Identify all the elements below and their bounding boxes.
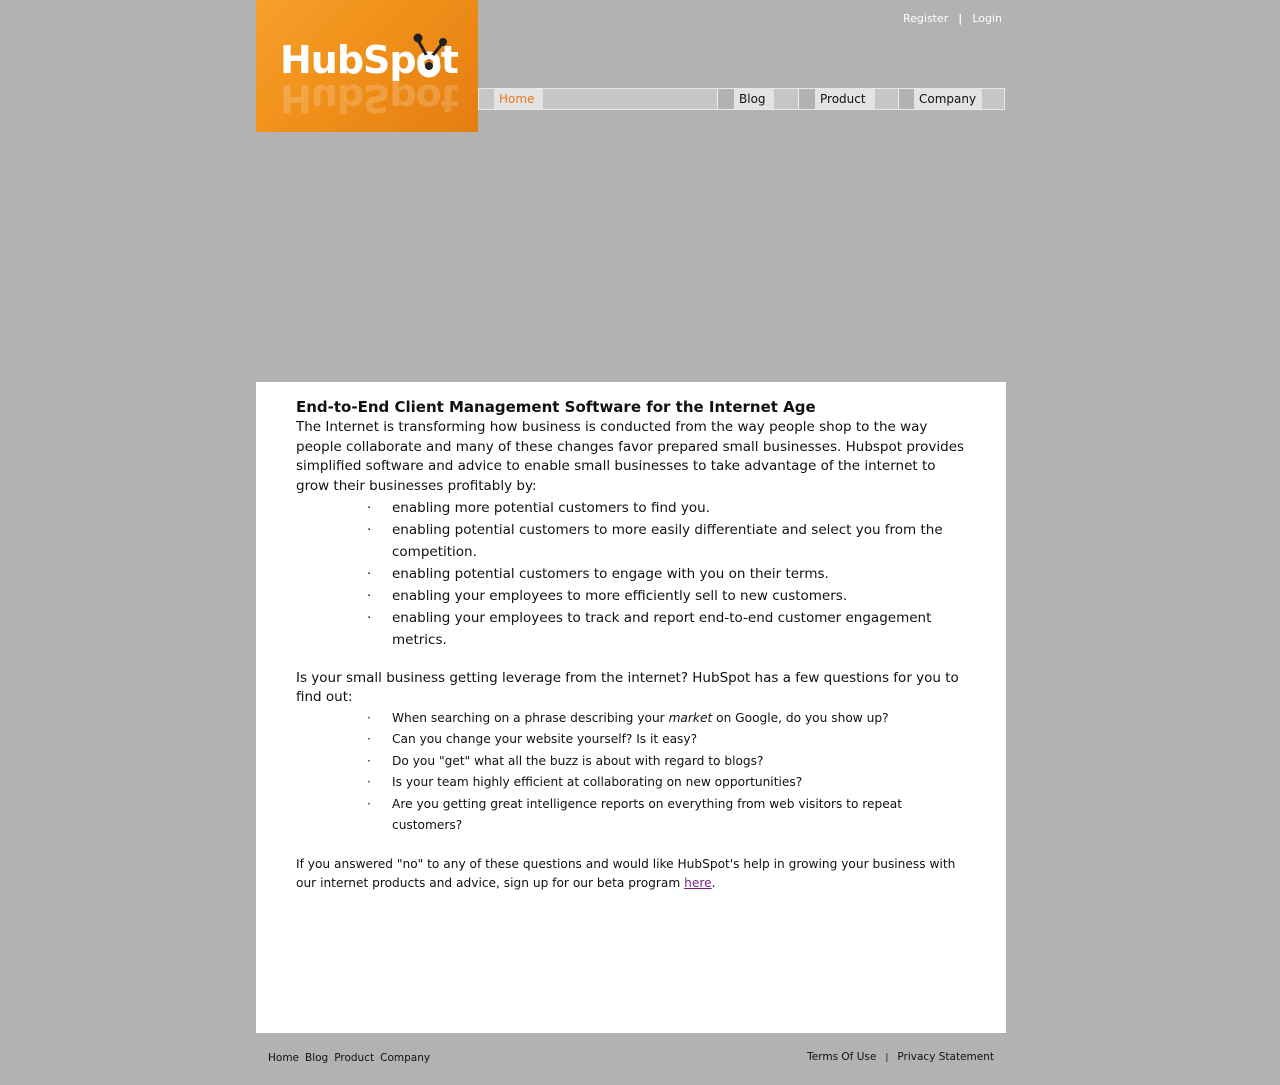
nav-spacer [875,89,898,109]
list-item: enabling more potential customers to fin… [367,497,966,519]
benefits-list: enabling more potential customers to fin… [296,497,966,651]
beta-signup-link[interactable]: here [684,876,711,890]
logo-reflection: HubSpot [280,76,458,120]
list-item: enabling potential customers to engage w… [367,563,966,585]
questions-list: When searching on a phrase describing yo… [296,708,966,837]
questions-intro: Is your small business getting leverage … [296,669,959,706]
closing-paragraph: If you answered "no" to any of these que… [296,855,966,894]
terms-link[interactable]: Terms Of Use [807,1051,876,1063]
list-item: enabling your employees to more efficien… [367,585,966,607]
list-item: Can you change your website yourself? Is… [367,729,966,751]
nav-spacer [982,89,1004,109]
page-title: End-to-End Client Management Software fo… [296,398,816,416]
footer-nav: Home Blog Product Company [268,1052,436,1064]
list-item: When searching on a phrase describing yo… [367,708,966,730]
article: End-to-End Client Management Software fo… [296,398,966,894]
nav-divider [798,89,799,109]
privacy-link[interactable]: Privacy Statement [897,1051,994,1063]
nav-spacer [543,89,717,109]
footer-legal: Terms Of Use | Privacy Statement [807,1051,994,1063]
hubspot-logo[interactable]: HubSpot HubSpot [256,0,478,132]
list-item: Do you "get" what all the buzz is about … [367,751,966,773]
footer-separator: | [885,1053,889,1063]
sprocket-icon [413,33,447,78]
nav-divider [717,89,718,109]
list-item: Is your team highly efficient at collabo… [367,772,966,794]
list-item: enabling your employees to track and rep… [367,607,966,651]
login-link[interactable]: Login [972,12,1002,25]
main-content: End-to-End Client Management Software fo… [256,382,1006,1033]
closing-period: . [711,876,716,891]
register-link[interactable]: Register [903,12,948,25]
question-emphasis: market [668,710,713,725]
main-nav: Home Blog Product Company [478,88,1005,110]
nav-spacer [774,89,798,109]
footer-link-company[interactable]: Company [380,1052,430,1064]
tab-home[interactable]: Home [494,89,543,109]
list-item: Are you getting great intelligence repor… [367,794,966,837]
nav-spacer [479,89,494,109]
nav-divider [898,89,899,109]
account-links: Register | Login [903,12,1002,25]
list-item: enabling potential customers to more eas… [367,519,966,563]
account-links-separator: | [958,12,963,25]
question-text: on Google, do you show up? [712,710,889,725]
tab-company[interactable]: Company [914,89,982,109]
footer-link-home[interactable]: Home [268,1052,299,1064]
question-text: When searching on a phrase describing yo… [392,710,669,725]
intro-paragraph: The Internet is transforming how busines… [296,419,965,495]
tab-blog[interactable]: Blog [734,89,774,109]
closing-text: If you answered "no" to any of these que… [296,856,956,891]
footer-link-blog[interactable]: Blog [305,1052,328,1064]
footer-link-product[interactable]: Product [334,1052,374,1064]
tab-product[interactable]: Product [815,89,875,109]
